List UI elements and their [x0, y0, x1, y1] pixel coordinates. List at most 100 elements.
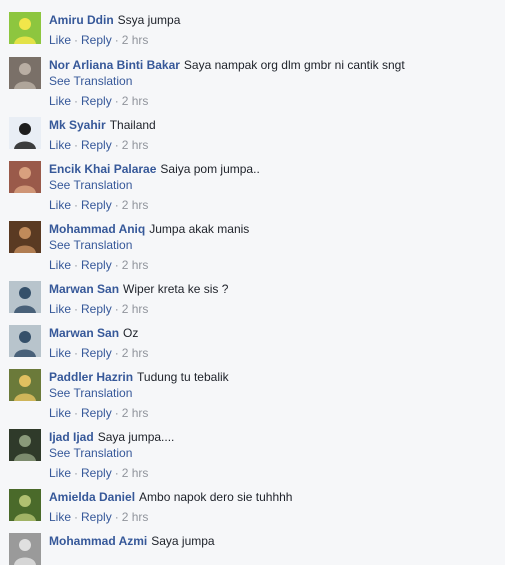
- like-link[interactable]: Like: [49, 510, 71, 524]
- timestamp-link[interactable]: 2 hrs: [122, 138, 149, 152]
- comment-actions: Like · Reply · 2 hrs: [49, 93, 497, 109]
- comment-actions: Like · Reply · 2 hrs: [49, 32, 497, 48]
- see-translation-link[interactable]: See Translation: [49, 445, 497, 461]
- separator-dot: ·: [114, 258, 119, 272]
- comment-text: Ssya jumpa: [117, 13, 181, 27]
- timestamp-link[interactable]: 2 hrs: [122, 33, 149, 47]
- separator-dot: ·: [114, 510, 119, 524]
- comment-author-link[interactable]: Encik Khai Palarae: [49, 162, 156, 176]
- comment-actions: Like · Reply · 2 hrs: [49, 405, 497, 421]
- comment-author-link[interactable]: Mohammad Azmi: [49, 534, 147, 548]
- reply-link[interactable]: Reply: [81, 138, 112, 152]
- separator-dot: ·: [114, 406, 119, 420]
- comment-line: Marwan San Oz: [49, 325, 497, 341]
- like-link[interactable]: Like: [49, 138, 71, 152]
- comment-line: Paddler Hazrin Tudung tu tebalik: [49, 369, 497, 385]
- comment-actions: Like · Reply · 2 hrs: [49, 257, 497, 273]
- dark-photo-avatar[interactable]: [9, 429, 41, 461]
- like-link[interactable]: Like: [49, 406, 71, 420]
- outdoor-photo-avatar[interactable]: [9, 281, 41, 313]
- comment-body: Amiru Ddin Ssya jumpa Like · Reply · 2 hrs: [49, 12, 497, 48]
- reply-link[interactable]: Reply: [81, 198, 112, 212]
- comment-line: Ijad Ijad Saya jumpa....: [49, 429, 497, 445]
- comment-author-link[interactable]: Marwan San: [49, 326, 119, 340]
- separator-dot: ·: [74, 198, 79, 212]
- reply-link[interactable]: Reply: [81, 94, 112, 108]
- comment-text: Thailand: [109, 118, 156, 132]
- comment-author-link[interactable]: Amiru Ddin: [49, 13, 114, 27]
- timestamp-link[interactable]: 2 hrs: [122, 258, 149, 272]
- reply-link[interactable]: Reply: [81, 466, 112, 480]
- group-photo-avatar[interactable]: [9, 369, 41, 401]
- nature-photo-avatar[interactable]: [9, 489, 41, 521]
- like-link[interactable]: Like: [49, 94, 71, 108]
- separator-dot: ·: [114, 33, 119, 47]
- like-link[interactable]: Like: [49, 302, 71, 316]
- see-translation-link[interactable]: See Translation: [49, 73, 497, 89]
- comment-author-link[interactable]: Mohammad Aniq: [49, 222, 145, 236]
- comment-body: Mohammad Azmi Saya jumpa: [49, 533, 497, 549]
- like-link[interactable]: Like: [49, 198, 71, 212]
- reply-link[interactable]: Reply: [81, 258, 112, 272]
- comment-text: Wiper kreta ke sis ?: [123, 282, 229, 296]
- comment-line: Encik Khai Palarae Saiya pom jumpa..: [49, 161, 497, 177]
- see-translation-link[interactable]: See Translation: [49, 237, 497, 253]
- comment-line: Amielda Daniel Ambo napok dero sie tuhhhh: [49, 489, 497, 505]
- comment-body: Mohammad Aniq Jumpa akak manis See Transla…: [49, 221, 497, 273]
- portrait-avatar[interactable]: [9, 221, 41, 253]
- outdoor-photo-avatar[interactable]: [9, 325, 41, 357]
- timestamp-link[interactable]: 2 hrs: [122, 94, 149, 108]
- comment-line: Mk Syahir Thailand: [49, 117, 497, 133]
- comment-author-link[interactable]: Amielda Daniel: [49, 490, 135, 504]
- comment-author-link[interactable]: Nor Arliana Binti Bakar: [49, 58, 180, 72]
- timestamp-link[interactable]: 2 hrs: [122, 346, 149, 360]
- comment-author-link[interactable]: Marwan San: [49, 282, 119, 296]
- separator-dot: ·: [74, 302, 79, 316]
- comment-author-link[interactable]: Mk Syahir: [49, 118, 106, 132]
- like-link[interactable]: Like: [49, 258, 71, 272]
- comment-author-link[interactable]: Ijad Ijad: [49, 430, 94, 444]
- comment-line: Amiru Ddin Ssya jumpa: [49, 12, 497, 28]
- reply-link[interactable]: Reply: [81, 346, 112, 360]
- comment-actions: Like · Reply · 2 hrs: [49, 301, 497, 317]
- timestamp-link[interactable]: 2 hrs: [122, 510, 149, 524]
- comment-actions: Like · Reply · 2 hrs: [49, 197, 497, 213]
- separator-dot: ·: [114, 302, 119, 316]
- comment-text: Tudung tu tebalik: [137, 370, 229, 384]
- reply-link[interactable]: Reply: [81, 302, 112, 316]
- timestamp-link[interactable]: 2 hrs: [122, 406, 149, 420]
- separator-dot: ·: [74, 346, 79, 360]
- comment-line: Nor Arliana Binti Bakar Saya nampak org d…: [49, 57, 497, 73]
- green-cartoon-avatar[interactable]: [9, 12, 41, 44]
- timestamp-link[interactable]: 2 hrs: [122, 466, 149, 480]
- separator-dot: ·: [74, 94, 79, 108]
- comment-text: Oz: [123, 326, 139, 340]
- couple-photo-avatar[interactable]: [9, 161, 41, 193]
- comment-list: Amiru Ddin Ssya jumpa Like · Reply · 2 hrs Nor …: [0, 0, 505, 565]
- reply-link[interactable]: Reply: [81, 33, 112, 47]
- see-translation-link[interactable]: See Translation: [49, 177, 497, 193]
- comment-actions: Like · Reply · 2 hrs: [49, 137, 497, 153]
- like-link[interactable]: Like: [49, 346, 71, 360]
- separator-dot: ·: [114, 198, 119, 212]
- comment-line: Mohammad Azmi Saya jumpa: [49, 533, 497, 549]
- comment-author-link[interactable]: Paddler Hazrin: [49, 370, 133, 384]
- timestamp-link[interactable]: 2 hrs: [122, 198, 149, 212]
- see-translation-link[interactable]: See Translation: [49, 385, 497, 401]
- like-link[interactable]: Like: [49, 466, 71, 480]
- timestamp-link[interactable]: 2 hrs: [122, 302, 149, 316]
- reply-link[interactable]: Reply: [81, 510, 112, 524]
- comment-text: Ambo napok dero sie tuhhhh: [139, 490, 293, 504]
- separator-dot: ·: [74, 466, 79, 480]
- bw-photo-avatar[interactable]: [9, 533, 41, 565]
- comment-body: Amielda Daniel Ambo napok dero sie tuhhhh…: [49, 489, 497, 525]
- separator-dot: ·: [114, 346, 119, 360]
- anime-avatar[interactable]: [9, 117, 41, 149]
- comment-body: Nor Arliana Binti Bakar Saya nampak org d…: [49, 57, 497, 109]
- comment-text: Saya jumpa: [151, 534, 215, 548]
- photo-avatar[interactable]: [9, 57, 41, 89]
- separator-dot: ·: [114, 466, 119, 480]
- reply-link[interactable]: Reply: [81, 406, 112, 420]
- like-link[interactable]: Like: [49, 33, 71, 47]
- comment-actions: Like · Reply · 2 hrs: [49, 509, 497, 525]
